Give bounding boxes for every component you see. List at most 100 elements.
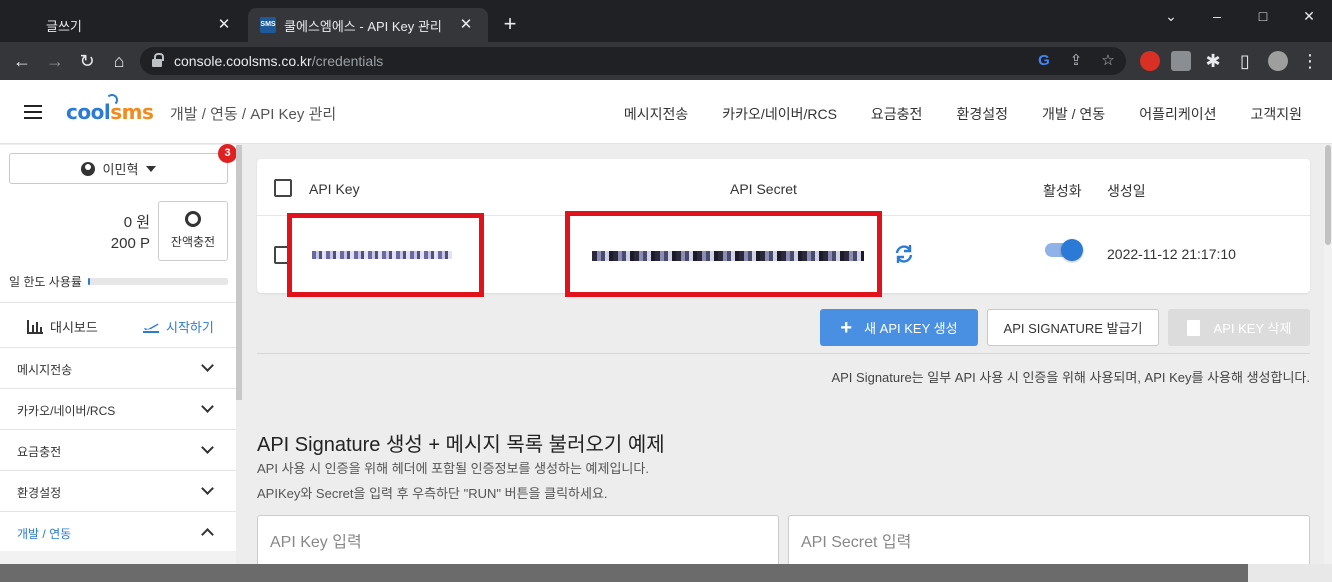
- daily-limit-label: 일 한도 사용률: [9, 275, 82, 289]
- charge-button[interactable]: 잔액충전: [158, 201, 228, 261]
- balance-won: 0 원: [123, 214, 150, 231]
- top-navigation: 메시지전송 카카오/네이버/RCS 요금충전 환경설정 개발 / 연동 어플리케…: [590, 104, 1302, 124]
- charge-label: 잔액충전: [170, 235, 216, 249]
- hamburger-menu-icon[interactable]: [24, 105, 42, 119]
- browser-toolbar: ← → ↻ ⌂ console.coolsms.co.kr/credential…: [0, 42, 1332, 80]
- bookmark-star-icon[interactable]: ☆: [1098, 51, 1118, 71]
- url-text: console.coolsms.co.kr/credentials: [174, 53, 384, 69]
- nav-item-charge[interactable]: 요금충전: [871, 104, 923, 124]
- chevron-down-icon: [201, 482, 214, 495]
- highlight-box-api-key: [287, 213, 484, 297]
- bar-chart-icon: [27, 319, 43, 334]
- side-panel-icon[interactable]: ▯: [1233, 49, 1257, 73]
- coin-icon: [185, 211, 201, 227]
- divider: [257, 353, 1310, 354]
- example-description: API 사용 시 인증을 위해 헤더에 포함될 인증정보를 생성하는 예제입니다…: [257, 461, 649, 476]
- select-all-checkbox[interactable]: [274, 179, 292, 197]
- reload-icon[interactable]: ↻: [75, 49, 99, 73]
- main-content: API Key API Secret 활성화 생성일 2022-11-12 21…: [242, 145, 1324, 582]
- scrollbar-corner: [1248, 564, 1332, 582]
- tab-close-icon[interactable]: ✕: [214, 15, 234, 35]
- sidebar-item-kakao[interactable]: 카카오/네이버/RCS: [0, 388, 236, 428]
- daily-limit-fill: [88, 278, 90, 285]
- new-tab-plus-icon[interactable]: +: [498, 12, 522, 36]
- getting-started-link[interactable]: 시작하기: [142, 317, 214, 336]
- delete-api-key-button[interactable]: API KEY 삭제: [1168, 309, 1310, 346]
- google-icon[interactable]: G: [1034, 51, 1054, 71]
- toggle-knob: [1061, 239, 1083, 261]
- extension-gray-icon[interactable]: [1171, 51, 1191, 71]
- browser-tab-coolsms[interactable]: SMS 쿨에스엠에스 - API Key 관리 ✕: [248, 8, 488, 42]
- column-header-created: 생성일: [1107, 183, 1146, 199]
- api-key-input[interactable]: [270, 534, 760, 552]
- coolsms-favicon-icon: SMS: [260, 17, 276, 33]
- refresh-secret-icon[interactable]: [893, 243, 915, 265]
- close-window-icon[interactable]: ✕: [1286, 4, 1332, 28]
- column-header-api-secret: API Secret: [730, 181, 797, 197]
- sidebar-item-settings[interactable]: 환경설정: [0, 470, 236, 510]
- profile-avatar[interactable]: [1268, 51, 1288, 71]
- nav-item-support[interactable]: 고객지원: [1250, 104, 1302, 124]
- api-secret-input[interactable]: [801, 534, 1291, 552]
- notification-badge[interactable]: 3: [218, 144, 237, 163]
- tab-title: 쿨에스엠에스 - API Key 관리: [284, 18, 442, 34]
- browser-tab-writing[interactable]: 글쓰기 ✕: [8, 8, 246, 42]
- chevron-up-icon: [201, 528, 214, 541]
- nav-item-kakao[interactable]: 카카오/네이버/RCS: [722, 104, 837, 124]
- api-signature-generator-button[interactable]: API SIGNATURE 발급기: [987, 309, 1159, 346]
- browser-tab-bar: 글쓰기 ✕ SMS 쿨에스엠에스 - API Key 관리 ✕ + ⌄ – □ …: [0, 0, 1332, 42]
- example-title: API Signature 생성 + 메시지 목록 불러오기 예제: [257, 434, 665, 456]
- extension-red-icon[interactable]: [1140, 51, 1160, 71]
- main-scrollbar[interactable]: [1324, 145, 1332, 582]
- back-arrow-icon[interactable]: ←: [10, 49, 34, 73]
- balance-point: 200 P: [110, 235, 150, 252]
- tab-title: 글쓰기: [46, 18, 82, 34]
- create-api-key-button[interactable]: + 새 API KEY 생성: [820, 309, 978, 346]
- sidebar-item-message[interactable]: 메시지전송: [0, 347, 236, 387]
- lock-icon[interactable]: [152, 53, 164, 67]
- sidebar-item-charge[interactable]: 요금충전: [0, 429, 236, 469]
- dashboard-link[interactable]: 대시보드: [26, 317, 98, 336]
- horizontal-scrollbar[interactable]: [0, 564, 1332, 582]
- nav-item-message[interactable]: 메시지전송: [624, 104, 688, 124]
- user-name: 이민혁: [102, 162, 139, 177]
- chevron-down-icon: [201, 441, 214, 454]
- nav-item-apps[interactable]: 어플리케이션: [1139, 104, 1216, 124]
- minimize-icon[interactable]: –: [1194, 4, 1240, 28]
- forward-arrow-icon[interactable]: →: [43, 49, 67, 73]
- nav-item-dev[interactable]: 개발 / 연동: [1042, 104, 1105, 124]
- maximize-icon[interactable]: □: [1240, 4, 1286, 28]
- plus-icon: +: [840, 316, 853, 339]
- home-icon[interactable]: ⌂: [107, 49, 131, 73]
- tab-close-icon[interactable]: ✕: [456, 15, 476, 35]
- address-bar[interactable]: console.coolsms.co.kr/credentials G ⇪ ☆: [140, 47, 1126, 75]
- signal-wave-icon: [106, 94, 118, 106]
- divider: [0, 302, 236, 303]
- scrollbar-thumb[interactable]: [1325, 145, 1331, 245]
- caret-down-icon: [146, 165, 157, 172]
- chevron-down-icon: [201, 359, 214, 372]
- puzzle-extensions-icon[interactable]: ✱: [1201, 49, 1225, 73]
- coolsms-logo[interactable]: coolsms: [66, 94, 154, 124]
- sidebar-item-dev[interactable]: 개발 / 연동: [0, 511, 236, 551]
- sidebar: 이민혁 3 0 원 200 P 잔액충전 일 한도 사용률 대시보드 시작하기 …: [0, 144, 237, 582]
- breadcrumb: 개발 / 연동 / API Key 관리: [170, 106, 337, 123]
- daily-limit-progress: [88, 278, 228, 285]
- created-date: 2022-11-12 21:17:10: [1107, 246, 1236, 262]
- airplane-icon: [143, 323, 159, 333]
- column-header-active: 활성화: [1043, 183, 1082, 199]
- signature-note: API Signature는 일부 API 사용 시 인증을 위해 사용되며, …: [831, 370, 1310, 385]
- example-instruction: APIKey와 Secret을 입력 후 우측하단 "RUN" 버튼을 클릭하세…: [257, 486, 608, 501]
- chevron-down-icon[interactable]: ⌄: [1148, 4, 1194, 28]
- share-icon[interactable]: ⇪: [1066, 51, 1086, 71]
- active-toggle[interactable]: [1045, 239, 1083, 261]
- nav-item-settings[interactable]: 환경설정: [956, 104, 1008, 124]
- kebab-menu-icon[interactable]: ⋮: [1298, 49, 1322, 73]
- user-menu-button[interactable]: 이민혁: [9, 153, 228, 184]
- user-icon: [80, 161, 95, 176]
- app-header: coolsms 개발 / 연동 / API Key 관리 메시지전송 카카오/네…: [0, 80, 1332, 144]
- trash-icon: [1186, 319, 1200, 336]
- highlight-box-api-secret: [565, 211, 882, 297]
- column-header-api-key: API Key: [309, 181, 360, 197]
- api-key-table: API Key API Secret 활성화 생성일 2022-11-12 21…: [257, 159, 1310, 297]
